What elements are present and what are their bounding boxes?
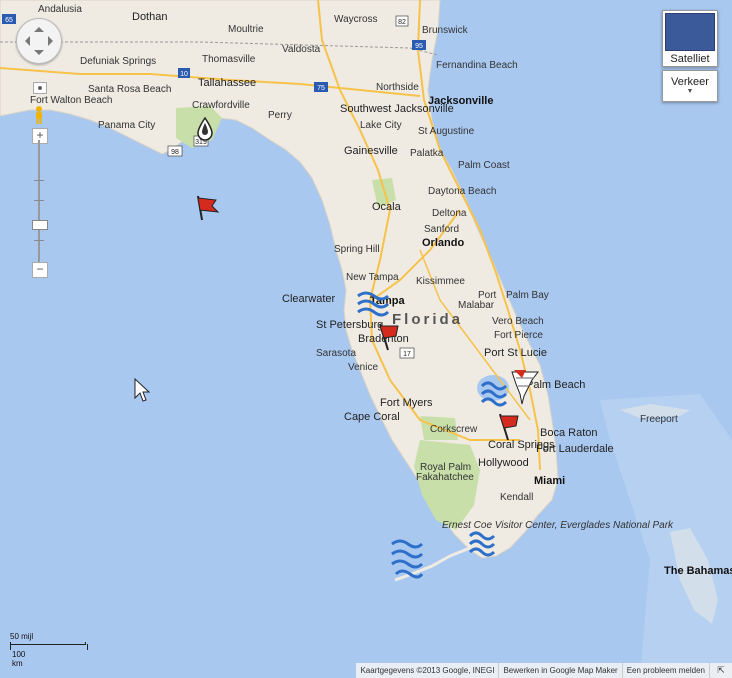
- city-label: Crawfordville: [192, 100, 250, 111]
- highway-shield-label: 65: [5, 17, 13, 24]
- city-label: Freeport: [640, 414, 678, 425]
- city-label: Daytona Beach: [428, 186, 496, 197]
- report-problem-link[interactable]: Een probleem melden: [621, 663, 709, 678]
- highway-shield-label: 95: [415, 43, 423, 50]
- city-label: Dothan: [132, 11, 167, 23]
- city-label: Gainesville: [344, 145, 398, 157]
- zoom-tick: [34, 180, 44, 181]
- map-type-traffic-button[interactable]: Verkeer ▼: [662, 70, 718, 102]
- city-label: Miami: [534, 475, 565, 487]
- city-label: Malabar: [458, 300, 495, 311]
- city-label: Valdosta: [282, 44, 321, 55]
- city-label: Moultrie: [228, 24, 264, 35]
- city-label: Ocala: [372, 201, 402, 213]
- city-label: Brunswick: [422, 25, 469, 36]
- city-label: Fort Lauderdale: [536, 443, 614, 455]
- city-label: St Petersburg: [316, 319, 383, 331]
- city-label: Cape Coral: [344, 411, 400, 423]
- map-data-attribution: Kaartgegevens ©2013 Google, INEGI: [360, 666, 495, 675]
- chevron-down-icon: ▼: [686, 88, 694, 95]
- satellite-thumbnail: [665, 13, 715, 51]
- expand-corner-icon[interactable]: ⇱: [709, 663, 732, 678]
- city-label: Fort Myers: [380, 397, 433, 409]
- city-label: Deltona: [432, 208, 467, 219]
- pan-up-icon[interactable]: [34, 22, 44, 32]
- reset-view-button[interactable]: [33, 82, 47, 94]
- city-label: Clearwater: [282, 293, 336, 305]
- highway-shield-label: 98: [171, 149, 179, 156]
- pan-down-icon[interactable]: [34, 50, 44, 60]
- mouse-cursor-icon: [134, 378, 150, 402]
- city-label: Spring Hill: [334, 244, 380, 255]
- zoom-slider-handle[interactable]: [32, 220, 48, 230]
- zoom-in-button[interactable]: +: [32, 128, 48, 144]
- highway-shield-label: 17: [403, 351, 411, 358]
- pan-left-icon[interactable]: [20, 36, 30, 46]
- map-canvas[interactable]: 65 10 75 95 98 319 17 82 Andalusia Dotha…: [0, 0, 732, 678]
- scale-bar: 50 mijl 100 km: [10, 632, 88, 668]
- traffic-label: Verkeer: [671, 76, 709, 88]
- city-label: Palatka: [410, 148, 444, 159]
- city-label: Fernandina Beach: [436, 60, 518, 71]
- scale-km: 100 km: [12, 650, 26, 668]
- highway-shield-label: 82: [398, 19, 406, 26]
- city-label: Palm Bay: [506, 290, 549, 301]
- city-label: Sanford: [424, 224, 459, 235]
- zoom-tick: [34, 200, 44, 201]
- zoom-track[interactable]: [38, 140, 40, 265]
- city-label: Palm Beach: [526, 379, 585, 391]
- map-type-satellite-button[interactable]: Satelliet: [662, 10, 718, 67]
- city-label: Jacksonville: [428, 95, 493, 107]
- city-label: Ernest Coe Visitor Center, Everglades Na…: [442, 520, 674, 531]
- city-label: Thomasville: [202, 54, 256, 65]
- city-label: Defuniak Springs: [80, 56, 156, 67]
- city-label: Venice: [348, 362, 378, 373]
- city-label: Lake City: [360, 120, 402, 131]
- city-label: Fort Walton Beach: [30, 95, 112, 106]
- city-label: Port St Lucie: [484, 347, 547, 359]
- city-label: Vero Beach: [492, 316, 544, 327]
- city-label: Panama City: [98, 120, 155, 131]
- dot-icon: [38, 86, 42, 90]
- city-label: Palm Coast: [458, 160, 510, 171]
- city-label: Fakahatchee: [416, 472, 474, 483]
- city-label: Tallahassee: [198, 77, 256, 89]
- city-label: Sarasota: [316, 348, 356, 359]
- scale-miles: 50 mijl: [10, 632, 34, 641]
- city-label: Kissimmee: [416, 276, 465, 287]
- city-label: Fort Pierce: [494, 330, 543, 341]
- city-label: St Augustine: [418, 126, 475, 137]
- city-label: Orlando: [422, 237, 464, 249]
- highway-shield-label: 10: [180, 71, 188, 78]
- state-label: Florida: [392, 311, 463, 328]
- city-label: Kendall: [500, 492, 533, 503]
- pegman-icon[interactable]: [33, 106, 45, 124]
- city-label: Hollywood: [478, 457, 529, 469]
- satellite-label: Satelliet: [670, 53, 710, 65]
- city-label: New Tampa: [346, 272, 399, 283]
- highway-shield-label: 75: [317, 85, 325, 92]
- city-label: Northside: [376, 82, 419, 93]
- city-label: Perry: [268, 110, 292, 121]
- zoom-out-button[interactable]: −: [32, 262, 48, 278]
- city-label: Santa Rosa Beach: [88, 84, 171, 95]
- city-label: Andalusia: [38, 4, 82, 15]
- city-label: Waycross: [334, 14, 378, 25]
- city-label: Corkscrew: [430, 424, 478, 435]
- pan-control[interactable]: [16, 18, 62, 64]
- city-label: Boca Raton: [540, 427, 597, 439]
- city-label: The Bahamas: [664, 565, 732, 577]
- pan-right-icon[interactable]: [48, 36, 58, 46]
- zoom-tick: [34, 240, 44, 241]
- attribution-bar: Kaartgegevens ©2013 Google, INEGI Bewerk…: [356, 663, 732, 678]
- edit-in-map-maker-link[interactable]: Bewerken in Google Map Maker: [498, 663, 621, 678]
